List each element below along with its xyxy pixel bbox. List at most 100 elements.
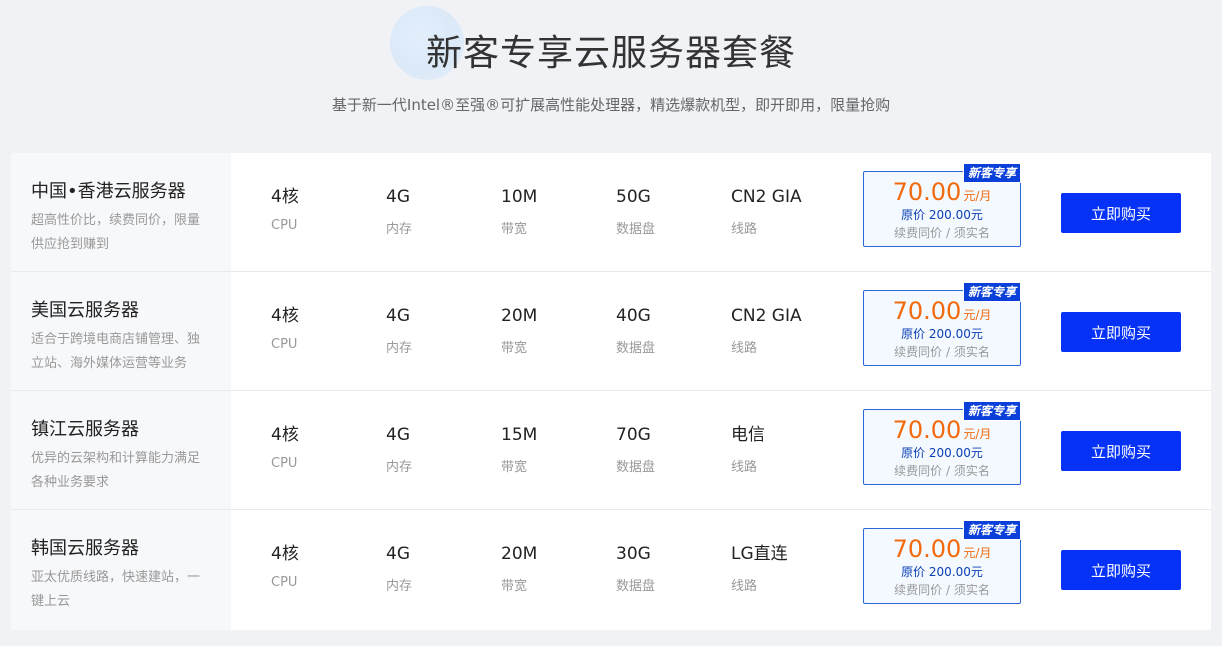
plan-info: 韩国云服务器 亚太优质线路，快速建站，一键上云: [11, 510, 231, 630]
spec-bandwidth: 15M 带宽: [501, 423, 537, 475]
price-box: 新客专享 70.00 元/月 原价 200.00元 续费同价 / 须实名: [863, 282, 1021, 366]
spec-cpu-value: 4核: [271, 187, 299, 207]
plan-row-korea: 韩国云服务器 亚太优质线路，快速建站，一键上云 4核 CPU 4G 内存 20M…: [11, 510, 1211, 630]
original-price: 原价 200.00元: [901, 565, 983, 579]
spec-disk-label: 数据盘: [616, 579, 656, 594]
plan-row-usa: 美国云服务器 适合于跨境电商店铺管理、独立站、海外媒体运营等业务 4核 CPU …: [11, 272, 1211, 391]
spec-disk-label: 数据盘: [616, 222, 656, 237]
spec-bandwidth-label: 带宽: [501, 222, 528, 237]
spec-bandwidth: 10M 带宽: [501, 185, 537, 237]
price-unit: 元/月: [963, 189, 992, 203]
new-customer-badge: 新客专享: [962, 163, 1021, 183]
price-value: 70.00: [892, 535, 962, 563]
spec-route-label: 线路: [731, 579, 758, 594]
spec-route-label: 线路: [731, 222, 758, 237]
spec-cpu: 4核 CPU: [271, 304, 299, 352]
spec-bandwidth-label: 带宽: [501, 579, 528, 594]
price-note: 续费同价 / 须实名: [894, 226, 990, 240]
page-title: 新客专享云服务器套餐: [425, 33, 796, 74]
plan-row-hongkong: 中国•香港云服务器 超高性价比，续费同价，限量供应抢到赚到 4核 CPU 4G …: [11, 153, 1211, 272]
buy-now-button[interactable]: 立即购买: [1061, 312, 1181, 352]
price-unit: 元/月: [963, 546, 992, 560]
spec-memory: 4G 内存: [386, 423, 412, 475]
spec-cpu: 4核 CPU: [271, 423, 299, 471]
spec-memory-value: 4G: [386, 306, 410, 326]
spec-memory: 4G 内存: [386, 542, 412, 594]
price-note: 续费同价 / 须实名: [894, 464, 990, 478]
spec-disk-label: 数据盘: [616, 460, 656, 475]
price-value: 70.00: [892, 297, 962, 325]
plan-description: 优异的云架构和计算能力满足各种业务要求: [31, 451, 201, 490]
plan-list: 中国•香港云服务器 超高性价比，续费同价，限量供应抢到赚到 4核 CPU 4G …: [11, 153, 1211, 630]
spec-bandwidth: 20M 带宽: [501, 542, 537, 594]
price-note: 续费同价 / 须实名: [894, 583, 990, 597]
spec-bandwidth-value: 15M: [501, 425, 538, 445]
spec-route-value: CN2 GIA: [731, 187, 802, 207]
plan-row-zhenjiang: 镇江云服务器 优异的云架构和计算能力满足各种业务要求 4核 CPU 4G 内存 …: [11, 391, 1211, 510]
plan-info: 美国云服务器 适合于跨境电商店铺管理、独立站、海外媒体运营等业务: [11, 272, 231, 390]
spec-route: CN2 GIA 线路: [731, 304, 802, 356]
spec-bandwidth-value: 20M: [501, 306, 538, 326]
price-box: 新客专享 70.00 元/月 原价 200.00元 续费同价 / 须实名: [863, 401, 1021, 485]
new-customer-badge: 新客专享: [962, 520, 1021, 540]
spec-route-value: CN2 GIA: [731, 306, 802, 326]
spec-route: 电信 线路: [731, 423, 765, 475]
spec-cpu-label: CPU: [271, 218, 298, 233]
price-unit: 元/月: [963, 427, 992, 441]
plan-name: 美国云服务器: [31, 300, 139, 321]
spec-cpu-label: CPU: [271, 575, 298, 590]
spec-memory-value: 4G: [386, 544, 410, 564]
original-price: 原价 200.00元: [901, 327, 983, 341]
spec-cpu-value: 4核: [271, 306, 299, 326]
spec-route-value: LG直连: [731, 544, 788, 564]
spec-disk: 70G 数据盘: [616, 423, 655, 475]
spec-route-label: 线路: [731, 341, 758, 356]
spec-disk: 40G 数据盘: [616, 304, 655, 356]
buy-now-button[interactable]: 立即购买: [1061, 193, 1181, 233]
spec-bandwidth-value: 10M: [501, 187, 538, 207]
spec-cpu-value: 4核: [271, 544, 299, 564]
plan-info: 镇江云服务器 优异的云架构和计算能力满足各种业务要求: [11, 391, 231, 509]
plan-description: 适合于跨境电商店铺管理、独立站、海外媒体运营等业务: [31, 332, 201, 371]
buy-now-button[interactable]: 立即购买: [1061, 431, 1181, 471]
spec-bandwidth: 20M 带宽: [501, 304, 537, 356]
plan-name: 镇江云服务器: [31, 419, 139, 440]
spec-bandwidth-value: 20M: [501, 544, 538, 564]
page-subtitle: 基于新一代Intel®至强®可扩展高性能处理器，精选爆款机型，即开即用，限量抢购: [331, 96, 891, 114]
plan-name: 中国•香港云服务器: [31, 181, 186, 202]
spec-disk-value: 40G: [616, 306, 651, 326]
spec-route: CN2 GIA 线路: [731, 185, 802, 237]
price-value: 70.00: [892, 416, 962, 444]
spec-route: LG直连 线路: [731, 542, 788, 594]
plan-name: 韩国云服务器: [31, 538, 139, 559]
spec-bandwidth-label: 带宽: [501, 341, 528, 356]
price-note: 续费同价 / 须实名: [894, 345, 990, 359]
buy-now-button[interactable]: 立即购买: [1061, 550, 1181, 590]
spec-disk: 50G 数据盘: [616, 185, 655, 237]
spec-disk-value: 70G: [616, 425, 651, 445]
spec-cpu-label: CPU: [271, 337, 298, 352]
spec-memory-value: 4G: [386, 425, 410, 445]
spec-cpu-value: 4核: [271, 425, 299, 445]
price-box: 新客专享 70.00 元/月 原价 200.00元 续费同价 / 须实名: [863, 163, 1021, 247]
spec-memory: 4G 内存: [386, 304, 412, 356]
plan-description: 超高性价比，续费同价，限量供应抢到赚到: [31, 213, 201, 252]
original-price: 原价 200.00元: [901, 446, 983, 460]
spec-disk-label: 数据盘: [616, 341, 656, 356]
spec-memory-value: 4G: [386, 187, 410, 207]
new-customer-badge: 新客专享: [962, 282, 1021, 302]
spec-bandwidth-label: 带宽: [501, 460, 528, 475]
new-customer-badge: 新客专享: [962, 401, 1021, 421]
spec-disk-value: 50G: [616, 187, 651, 207]
price-value: 70.00: [892, 178, 962, 206]
spec-memory-label: 内存: [386, 460, 413, 475]
price-box: 新客专享 70.00 元/月 原价 200.00元 续费同价 / 须实名: [863, 520, 1021, 604]
price-unit: 元/月: [963, 308, 992, 322]
spec-route-label: 线路: [731, 460, 758, 475]
spec-disk: 30G 数据盘: [616, 542, 655, 594]
spec-memory-label: 内存: [386, 579, 413, 594]
spec-memory-label: 内存: [386, 222, 413, 237]
plan-description: 亚太优质线路，快速建站，一键上云: [31, 570, 201, 609]
spec-memory-label: 内存: [386, 341, 413, 356]
spec-route-value: 电信: [731, 425, 765, 445]
